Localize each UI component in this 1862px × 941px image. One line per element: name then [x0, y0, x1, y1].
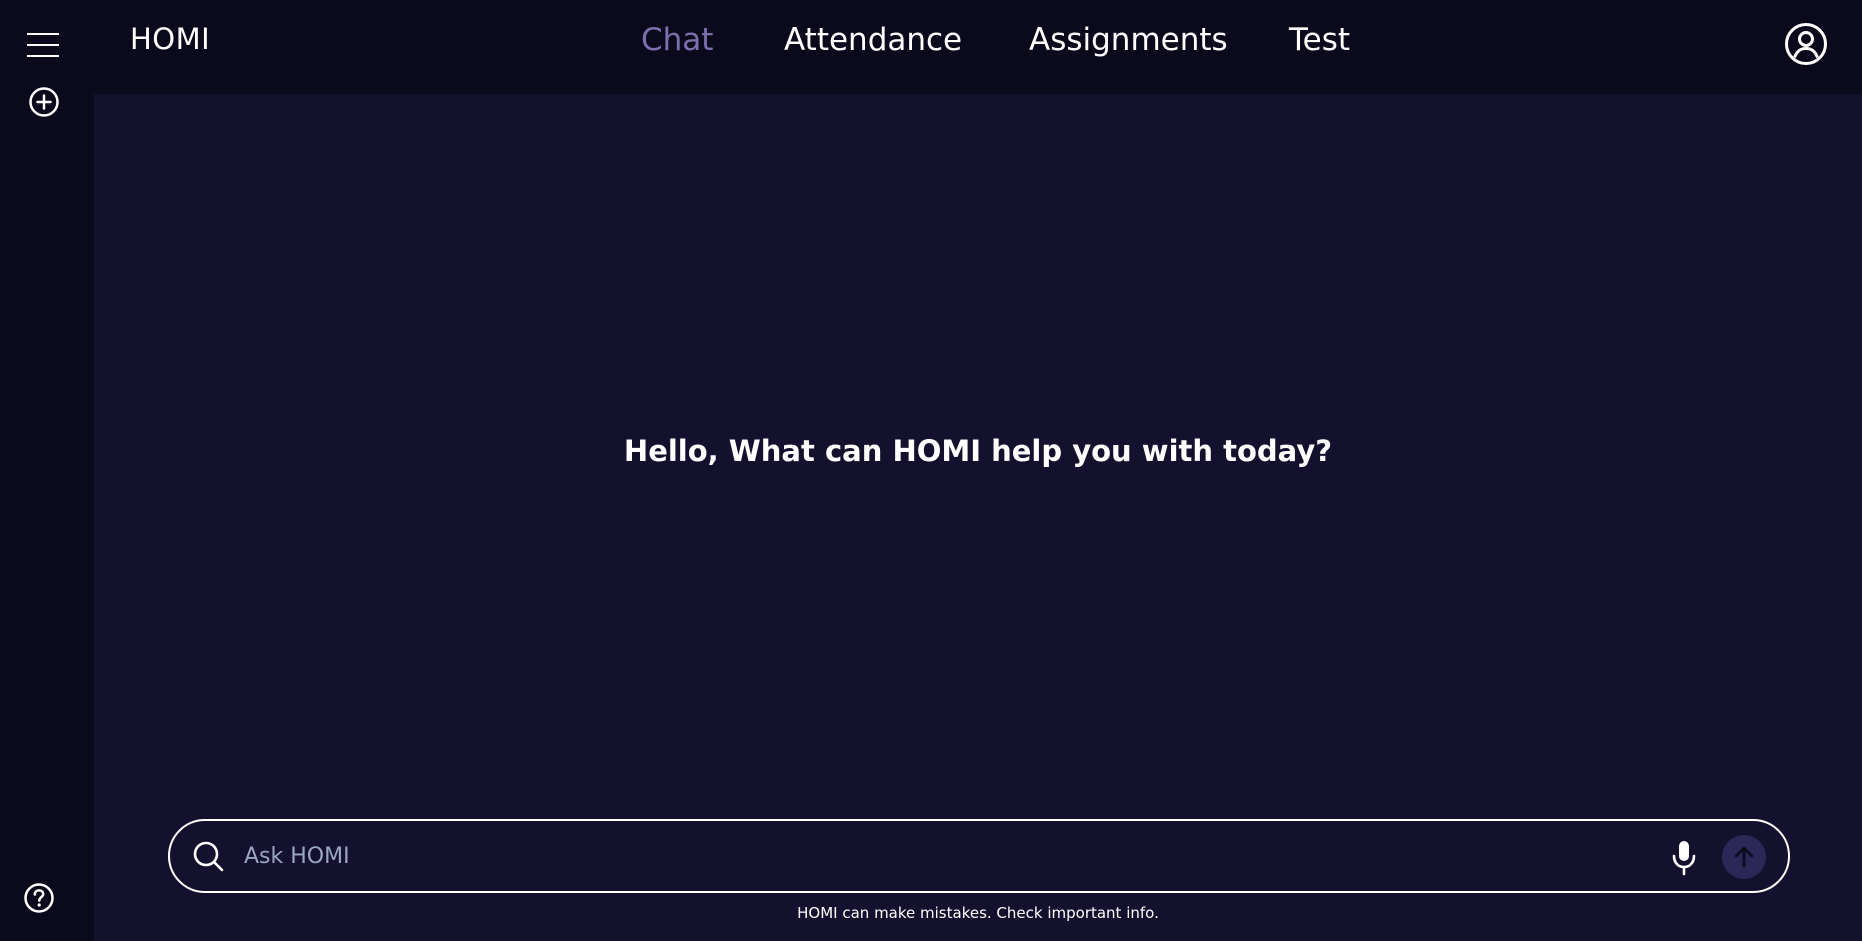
tab-test[interactable]: Test — [1289, 22, 1350, 58]
chat-panel: Hello, What can HOMI help you with today… — [94, 94, 1862, 941]
top-bar: HOMI Chat Attendance Assignments Test — [94, 0, 1862, 94]
app-root: HOMI Chat Attendance Assignments Test He… — [0, 0, 1862, 941]
disclaimer-text: HOMI can make mistakes. Check important … — [797, 904, 1159, 922]
ask-input[interactable] — [244, 835, 1624, 877]
menu-icon — [27, 33, 59, 57]
user-circle-icon — [1785, 23, 1827, 65]
microphone-button[interactable] — [1666, 837, 1702, 877]
sidebar — [0, 0, 94, 941]
plus-circle-icon — [29, 87, 59, 117]
tab-attendance[interactable]: Attendance — [784, 22, 962, 58]
main-nav: Chat Attendance Assignments Test — [94, 0, 1862, 94]
send-button[interactable] — [1722, 835, 1766, 879]
app-logo-text[interactable]: HOMI — [130, 22, 210, 56]
new-chat-button[interactable] — [26, 84, 62, 120]
tab-assignments[interactable]: Assignments — [1029, 22, 1228, 58]
chat-input-bar — [168, 819, 1790, 893]
help-button[interactable] — [20, 879, 58, 917]
microphone-icon — [1672, 841, 1696, 876]
menu-button[interactable] — [24, 28, 64, 62]
arrow-up-icon — [1734, 846, 1754, 868]
tab-chat[interactable]: Chat — [641, 22, 713, 58]
search-icon — [190, 838, 228, 876]
greeting-heading: Hello, What can HOMI help you with today… — [623, 434, 1333, 468]
help-circle-icon — [24, 883, 54, 913]
profile-button[interactable] — [1784, 22, 1828, 66]
